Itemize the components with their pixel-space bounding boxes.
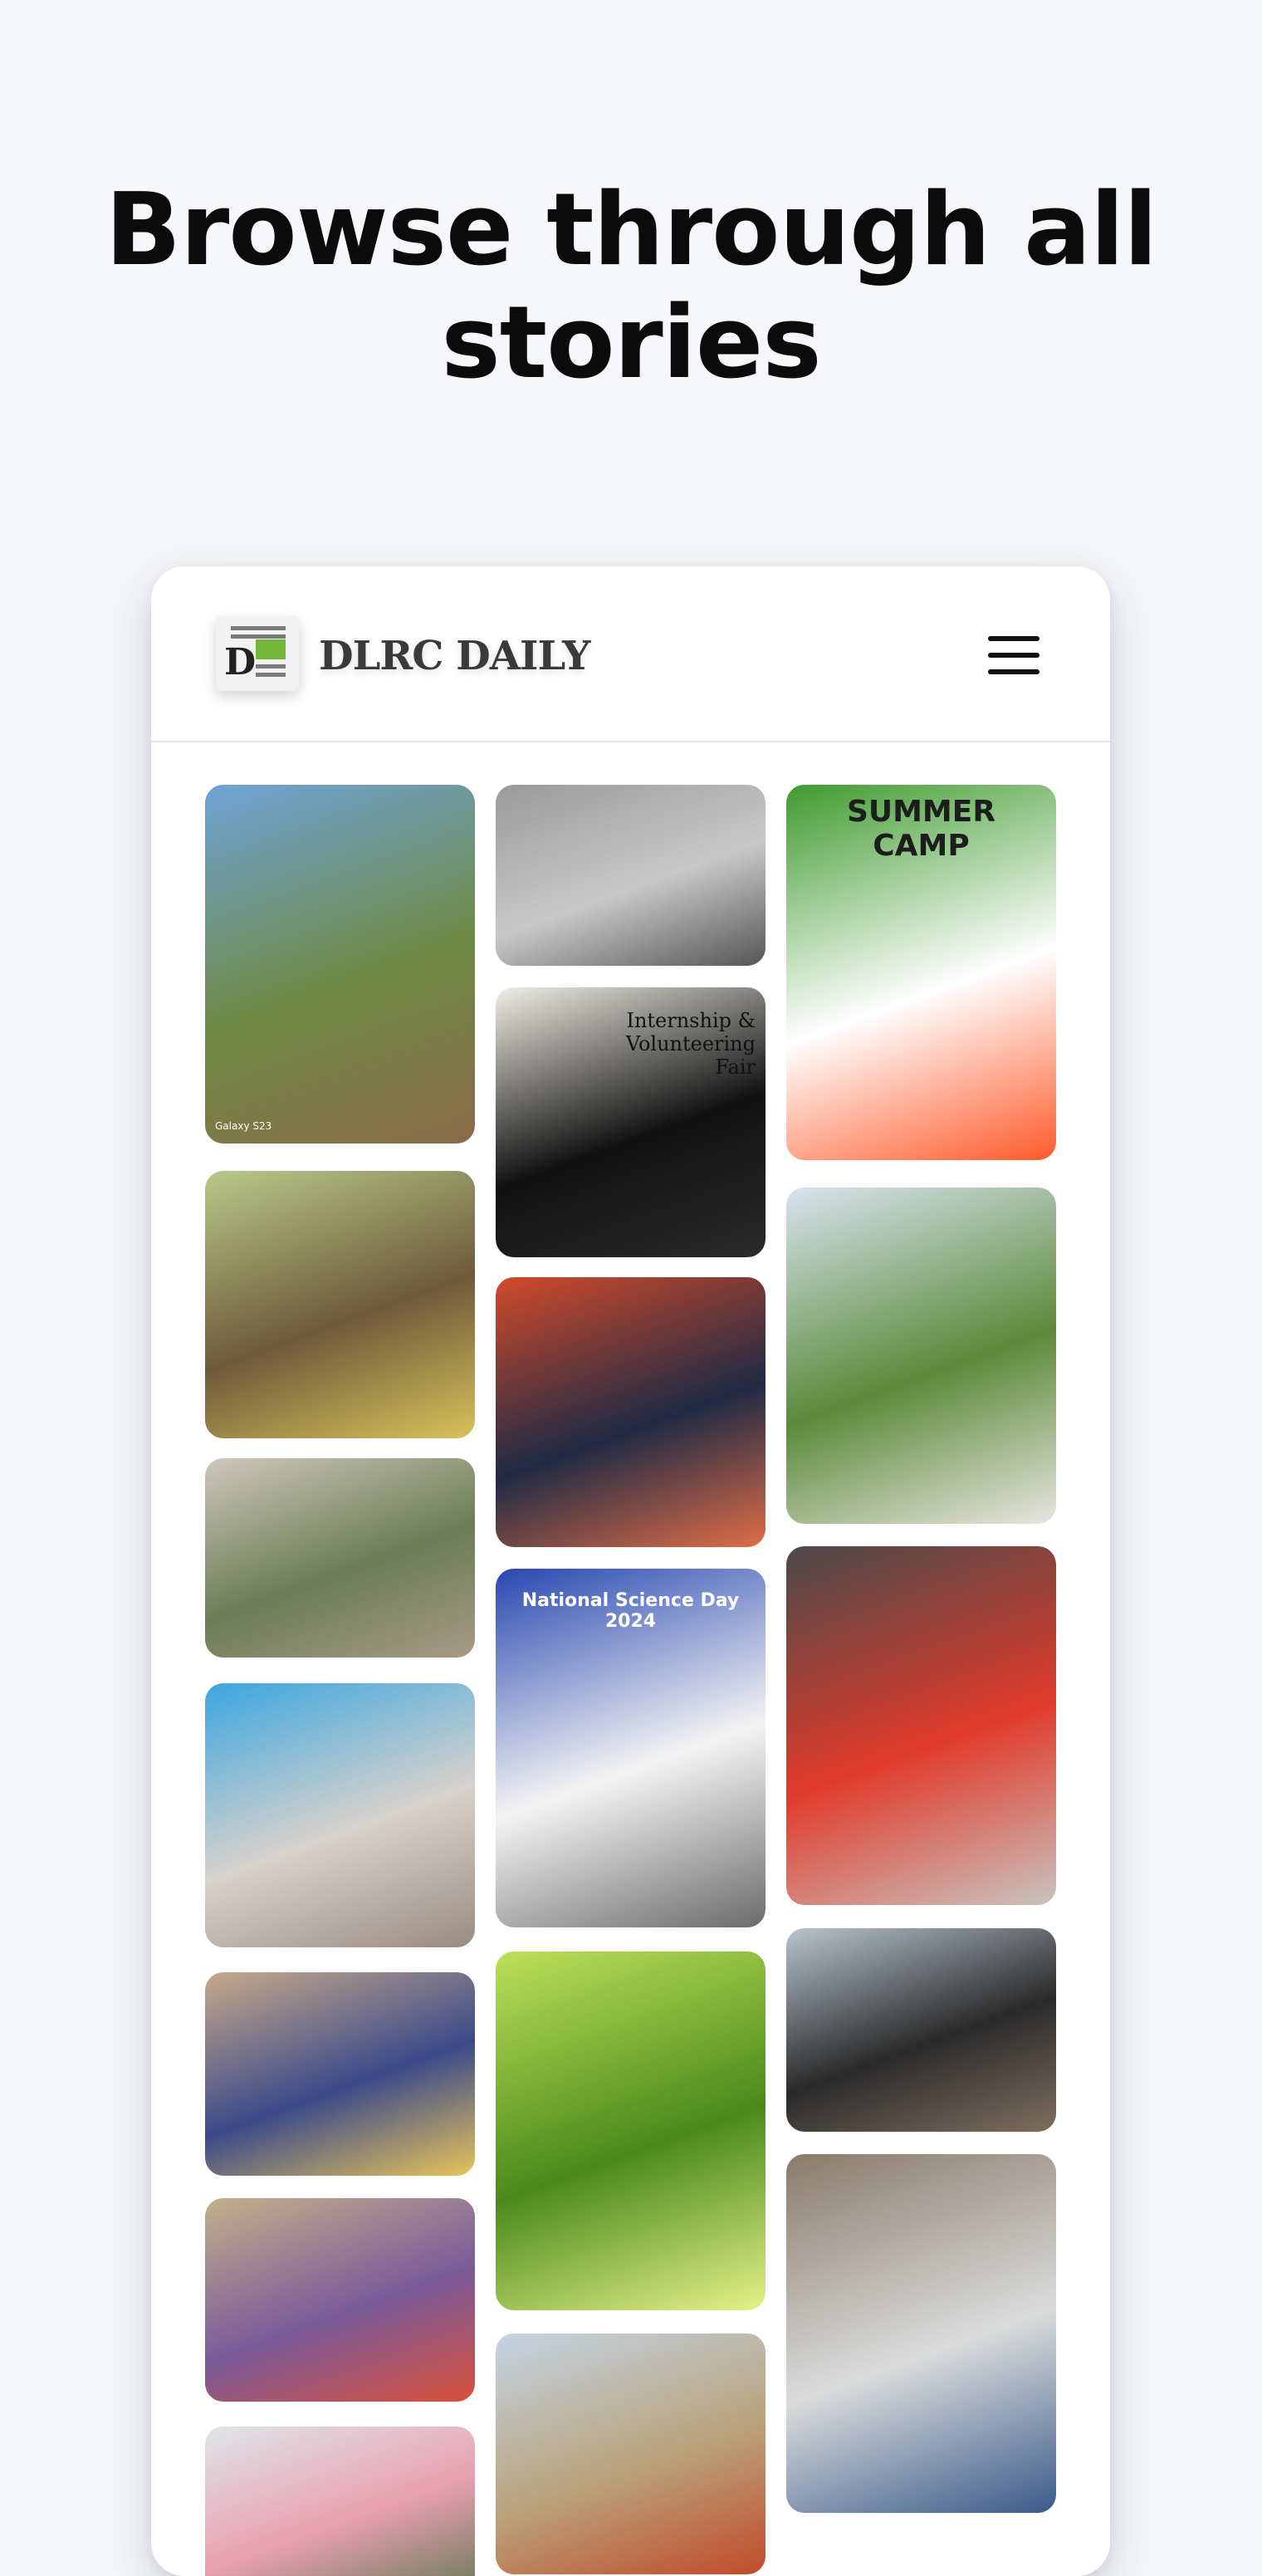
top-bar: D DLRC DAILY	[151, 566, 1110, 742]
app-frame: D DLRC DAILY Galaxy S23 SUMMER CAMP Intern…	[151, 566, 1110, 2576]
story-tile-tomato-art[interactable]	[786, 1546, 1056, 1905]
story-tile-science-day[interactable]: National Science Day 2024	[496, 1569, 766, 1927]
story-tile-collage-bottom[interactable]	[205, 2427, 475, 2576]
story-tile-tree-planting[interactable]: Galaxy S23	[205, 785, 475, 1144]
story-tile-girl-portrait[interactable]	[205, 1171, 475, 1438]
story-tile-green-leaf[interactable]	[496, 1952, 766, 2310]
story-tile-student-suit[interactable]	[496, 1277, 766, 1547]
brand-name[interactable]: DLRC DAILY	[319, 633, 590, 679]
story-tile-costume-group[interactable]	[205, 2198, 475, 2402]
story-caption: SUMMER CAMP	[846, 795, 996, 863]
story-tile-chess-map[interactable]	[496, 785, 766, 966]
story-tile-craft-collage[interactable]	[205, 1683, 475, 1947]
story-tile-sports-field[interactable]	[496, 2334, 766, 2574]
story-tile-group-selfie[interactable]	[786, 1928, 1056, 2132]
story-tile-clay-work[interactable]	[205, 1972, 475, 2176]
logo-letter: D	[224, 641, 257, 683]
newspaper-logo-icon[interactable]: D	[216, 616, 299, 691]
page-title: Browse through all stories	[105, 173, 1158, 401]
story-tile-playground-ball[interactable]	[205, 1458, 475, 1658]
story-tile-summer-camp[interactable]: SUMMER CAMP	[786, 785, 1056, 1160]
story-tile-boy-garden[interactable]	[786, 1188, 1056, 1524]
story-caption: Galaxy S23	[215, 1120, 272, 1132]
hamburger-menu-icon[interactable]	[988, 636, 1039, 674]
story-tile-upside-down[interactable]	[786, 2154, 1056, 2513]
story-caption: National Science Day 2024	[521, 1590, 740, 1632]
story-tile-internship-fair[interactable]: Internship & Volunteering Fair	[496, 987, 766, 1257]
story-caption: Internship & Volunteering Fair	[625, 1009, 756, 1079]
